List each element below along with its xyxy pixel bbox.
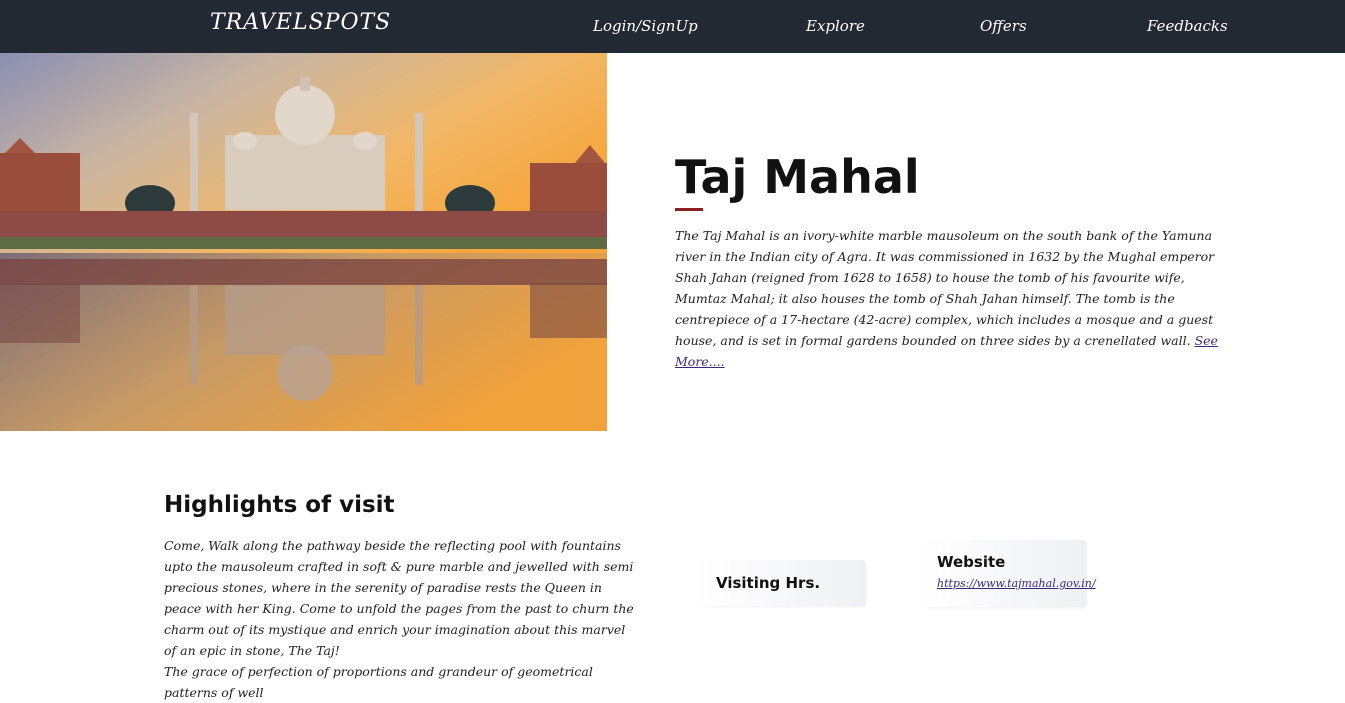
highlights-title: Highlights of visit — [164, 492, 395, 518]
visiting-hours-card[interactable]: Visiting Hrs. — [704, 560, 866, 606]
top-navbar: TRAVELSPOTS Login/SignUp Explore Offers … — [0, 0, 1345, 53]
nav-offers[interactable]: Offers — [980, 17, 1027, 35]
nav-login-signup[interactable]: Login/SignUp — [593, 17, 698, 35]
nav-feedbacks[interactable]: Feedbacks — [1147, 17, 1228, 35]
website-link[interactable]: https://www.tajmahal.gov.in/ — [937, 577, 1096, 590]
intro-text: The Taj Mahal is an ivory-white marble m… — [675, 228, 1215, 348]
taj-mahal-photo — [0, 53, 607, 431]
nav-explore[interactable]: Explore — [806, 17, 865, 35]
intro-paragraph: The Taj Mahal is an ivory-white marble m… — [675, 225, 1225, 372]
page-title: Taj Mahal — [675, 150, 920, 204]
website-card: Website https://www.tajmahal.gov.in/ — [925, 540, 1096, 607]
brand-logo[interactable]: TRAVELSPOTS — [210, 10, 391, 35]
visiting-hours-label: Visiting Hrs. — [716, 574, 821, 592]
highlights-text: Come, Walk along the pathway beside the … — [164, 535, 636, 703]
title-underline — [675, 208, 703, 211]
highlights-paragraph-2: The grace of perfection of proportions a… — [164, 664, 593, 700]
website-label: Website — [937, 553, 1006, 571]
highlights-paragraph-1: Come, Walk along the pathway beside the … — [164, 538, 634, 658]
